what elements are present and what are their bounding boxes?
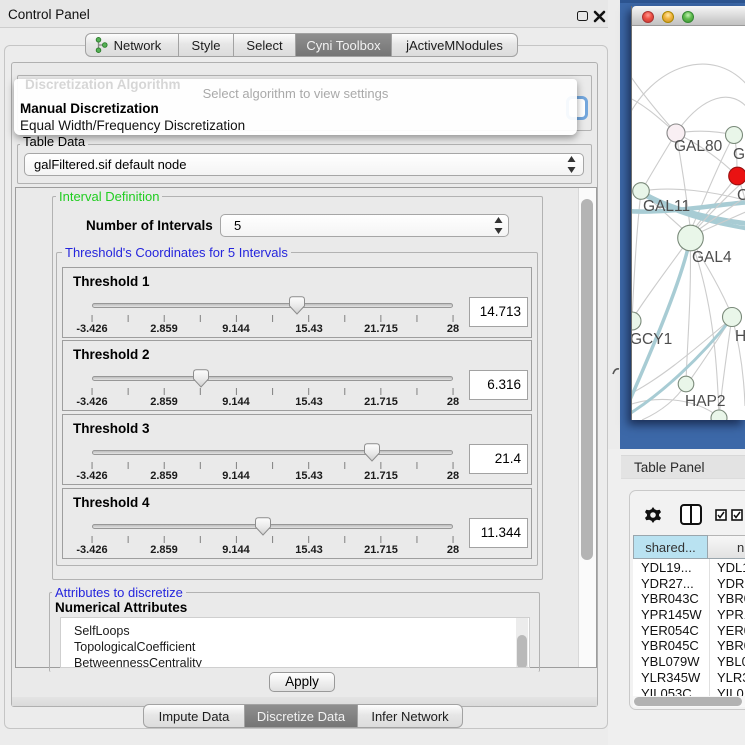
svg-text:H: H [735, 328, 745, 345]
svg-text:GA: GA [733, 146, 745, 163]
svg-text:C: C [737, 187, 745, 204]
svg-text:GCY1: GCY1 [632, 331, 672, 348]
svg-text:GAL11: GAL11 [643, 198, 690, 215]
svg-text:GAL80: GAL80 [674, 138, 723, 155]
svg-text:GAL4: GAL4 [692, 249, 732, 266]
svg-text:HAP2: HAP2 [685, 393, 726, 410]
